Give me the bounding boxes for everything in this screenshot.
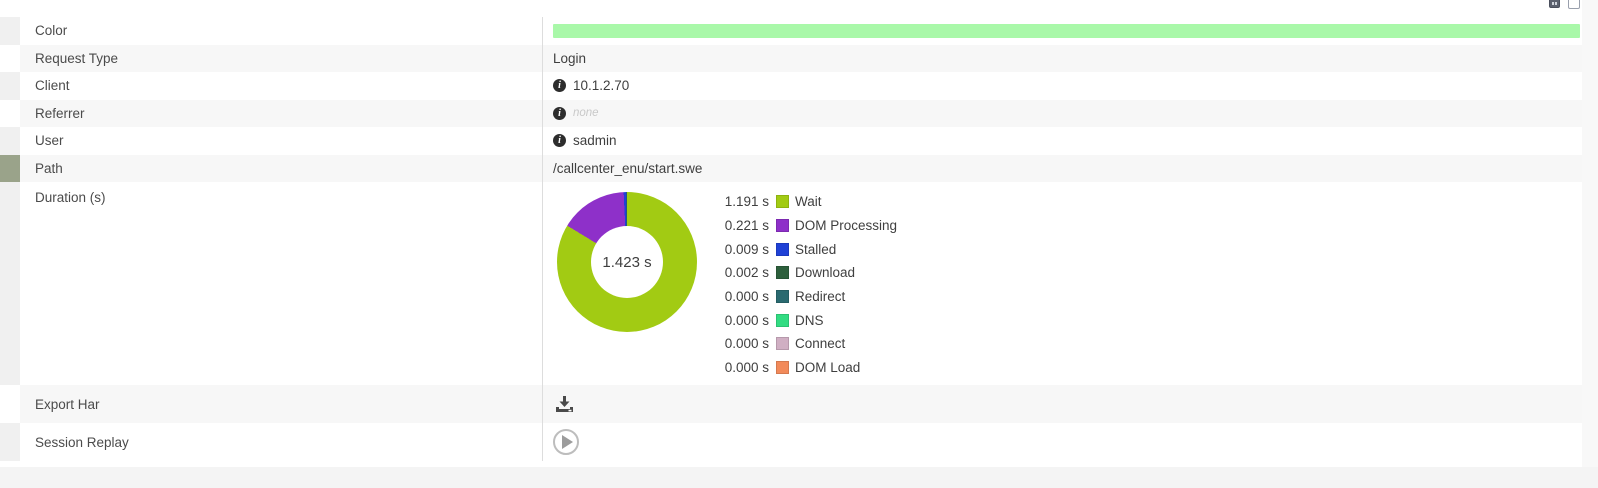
- row-gutter: [0, 17, 20, 45]
- legend-value: 0.221 s: [711, 218, 769, 233]
- donut-chart: 1.423 s: [557, 192, 697, 332]
- row-label: Request Type: [35, 51, 118, 66]
- legend-label: DOM Processing: [795, 218, 897, 233]
- legend-swatch: [776, 361, 789, 374]
- row-label: Export Har: [35, 397, 100, 412]
- legend-swatch: [776, 314, 789, 327]
- client-value: 10.1.2.70: [573, 78, 629, 93]
- row-gutter: [0, 72, 20, 100]
- legend-label: DNS: [795, 313, 824, 328]
- row-gutter: [0, 127, 20, 155]
- user-value: sadmin: [573, 133, 617, 148]
- legend-value: 0.000 s: [711, 336, 769, 351]
- legend-item: 0.002 s Download: [711, 261, 897, 285]
- legend-value: 1.191 s: [711, 194, 769, 209]
- legend-label: Connect: [795, 336, 845, 351]
- legend-item: 0.009 s Stalled: [711, 237, 897, 261]
- legend-label: Wait: [795, 194, 822, 209]
- top-toolbar: [1549, 0, 1580, 9]
- legend-label: Stalled: [795, 242, 836, 257]
- legend-swatch: [776, 337, 789, 350]
- table-row-path: Path /callcenter_enu/start.swe: [0, 155, 1582, 183]
- path-value: /callcenter_enu/start.swe: [553, 161, 702, 176]
- session-replay-play-icon[interactable]: [553, 429, 579, 455]
- screenshot-icon[interactable]: [1549, 0, 1560, 8]
- legend-value: 0.000 s: [711, 360, 769, 375]
- legend-swatch: [776, 219, 789, 232]
- legend-label: Download: [795, 265, 855, 280]
- legend-item: 1.191 s Wait: [711, 190, 897, 214]
- legend-swatch: [776, 266, 789, 279]
- table-row-color: Color: [0, 17, 1582, 45]
- legend-value: 0.002 s: [711, 265, 769, 280]
- legend-swatch: [776, 243, 789, 256]
- row-gutter: [0, 182, 20, 385]
- row-label: Referrer: [35, 106, 85, 121]
- row-label: Path: [35, 161, 63, 176]
- legend-value: 0.009 s: [711, 242, 769, 257]
- legend-item: 0.000 s Connect: [711, 332, 897, 356]
- legend-item: 0.000 s DNS: [711, 308, 897, 332]
- page-bottom-margin: [0, 467, 1598, 488]
- request-type-value: Login: [553, 51, 586, 66]
- duration-donut-chart: 1.423 s 1.191 s Wait 0.221 s DOM Processing…: [553, 192, 897, 380]
- table-row-user: User i sadmin: [0, 127, 1582, 155]
- legend-item: 0.000 s DOM Load: [711, 356, 897, 380]
- legend-item: 0.000 s Redirect: [711, 285, 897, 309]
- row-gutter: [0, 100, 20, 128]
- table-row-export-har: Export Har: [0, 385, 1582, 423]
- download-har-icon[interactable]: [555, 396, 574, 413]
- info-icon[interactable]: i: [553, 79, 566, 92]
- table-row-request-type: Request Type Login: [0, 45, 1582, 73]
- color-value-bar: [553, 24, 1580, 38]
- row-label: Color: [35, 23, 67, 38]
- window-icon[interactable]: [1568, 0, 1580, 9]
- page-right-margin: [1582, 0, 1598, 488]
- referrer-value: none: [573, 107, 599, 119]
- legend-value: 0.000 s: [711, 289, 769, 304]
- table-row-session-replay: Session Replay: [0, 423, 1582, 461]
- row-label: Client: [35, 78, 70, 93]
- table-row-referrer: Referrer i none: [0, 100, 1582, 128]
- info-icon[interactable]: i: [553, 107, 566, 120]
- row-color-marker: [0, 155, 20, 183]
- legend-value: 0.000 s: [711, 313, 769, 328]
- legend-label: Redirect: [795, 289, 845, 304]
- legend-item: 0.221 s DOM Processing: [711, 214, 897, 238]
- request-detail-table: Color Request Type Login Client i 10.1.2…: [0, 17, 1582, 461]
- table-row-client: Client i 10.1.2.70: [0, 72, 1582, 100]
- row-label: User: [35, 133, 64, 148]
- donut-center-label: 1.423 s: [591, 226, 663, 298]
- row-gutter: [0, 423, 20, 461]
- legend-swatch: [776, 290, 789, 303]
- row-gutter: [0, 385, 20, 423]
- legend-label: DOM Load: [795, 360, 860, 375]
- play-triangle-icon: [562, 435, 573, 449]
- row-label: Session Replay: [35, 435, 129, 450]
- chart-legend: 1.191 s Wait 0.221 s DOM Processing 0.009 s S…: [711, 190, 897, 380]
- row-label: Duration (s): [35, 190, 106, 205]
- info-icon[interactable]: i: [553, 134, 566, 147]
- table-row-duration: Duration (s) 1.423 s 1.191 s Wait 0.221 s D…: [0, 182, 1582, 385]
- row-gutter: [0, 45, 20, 73]
- legend-swatch: [776, 195, 789, 208]
- request-detail-panel: Color Request Type Login Client i 10.1.2…: [0, 0, 1598, 488]
